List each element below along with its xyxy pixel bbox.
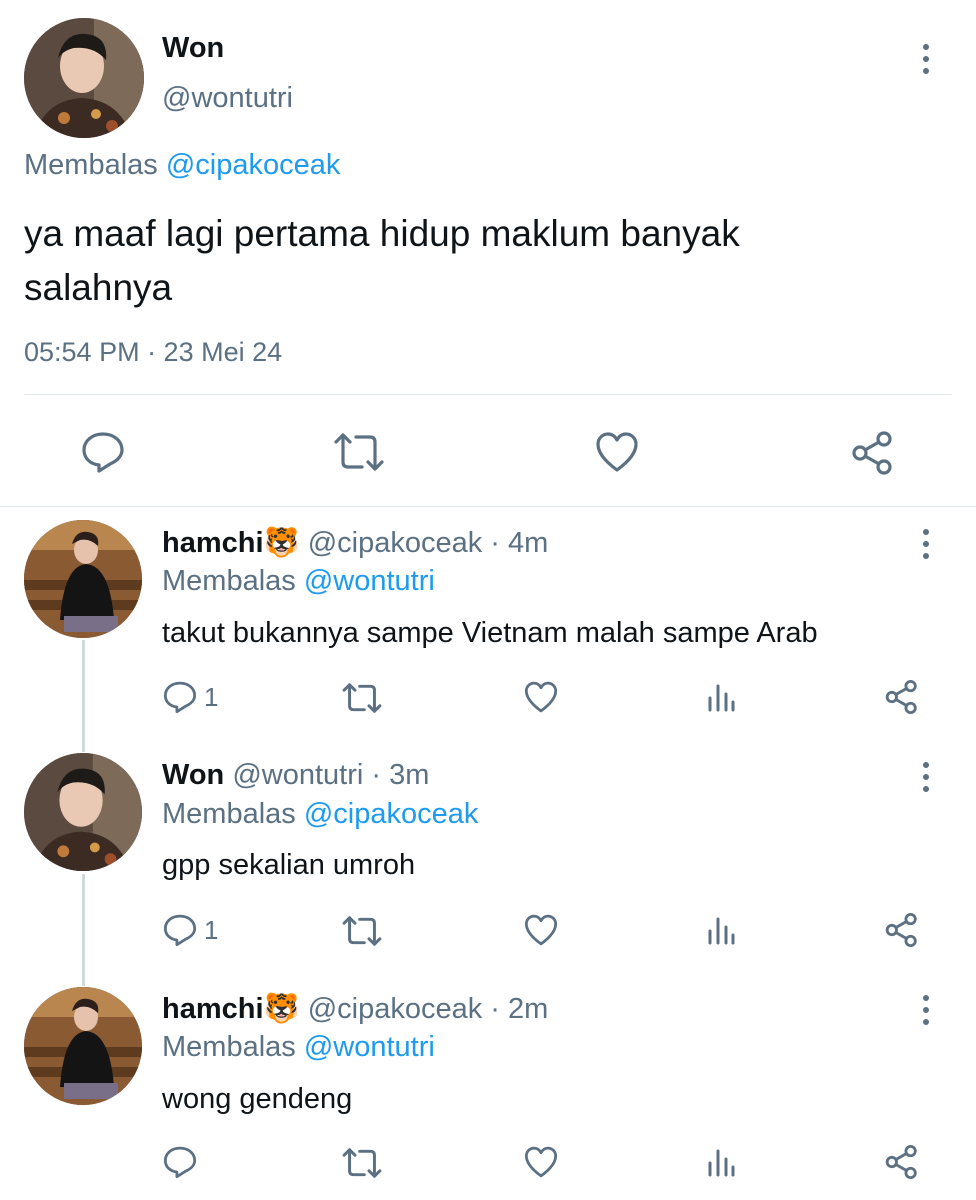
reply-icon[interactable] — [80, 430, 126, 474]
share-icon[interactable] — [884, 1144, 920, 1180]
avatar[interactable] — [24, 18, 144, 138]
like-icon[interactable] — [523, 680, 559, 714]
tweet-header: hamchi🐯 @cipakoceak · 2m — [162, 992, 548, 1026]
avatar[interactable] — [24, 520, 142, 638]
analytics-icon[interactable] — [706, 915, 736, 945]
reply-to-link[interactable]: @cipakoceak — [304, 798, 479, 830]
like-icon[interactable] — [594, 430, 640, 474]
timestamp[interactable]: 05:54 PM · 23 Mei 24 — [24, 337, 282, 368]
display-name[interactable]: hamchi — [162, 993, 264, 1025]
reply-count: 1 — [204, 682, 219, 712]
share-icon[interactable] — [850, 430, 896, 476]
handle[interactable]: @wontutri — [162, 82, 293, 115]
like-icon[interactable] — [523, 913, 559, 947]
retweet-icon[interactable] — [332, 432, 386, 472]
divider — [24, 394, 952, 395]
retweet-icon[interactable] — [341, 915, 383, 947]
avatar[interactable] — [24, 987, 142, 1105]
reply-icon[interactable] — [162, 680, 198, 714]
tiger-emoji: 🐯 — [263, 527, 300, 559]
reply-icon[interactable] — [162, 913, 198, 947]
reply-context: Membalas @cipakoceak — [162, 798, 478, 831]
display-name[interactable]: hamchi — [162, 527, 264, 559]
time: · 3m — [371, 759, 430, 791]
reply-prefix: Membalas — [162, 565, 296, 597]
reply-prefix: Membalas — [162, 798, 296, 830]
divider — [0, 506, 976, 507]
reply-context: Membalas @cipakoceak — [24, 149, 340, 182]
reply-context: Membalas @wontutri — [162, 1031, 435, 1064]
more-options-icon[interactable] — [923, 762, 929, 792]
time: · 4m — [490, 527, 549, 559]
tweet-text: ya maaf lagi pertama hidup maklum banyak… — [24, 207, 740, 315]
like-icon[interactable] — [523, 1145, 559, 1179]
avatar-photo — [24, 987, 142, 1105]
tweet-header: hamchi🐯 @cipakoceak · 4m — [162, 526, 548, 560]
reply-prefix: Membalas — [24, 149, 158, 181]
tweet-text: takut bukannya sampe Vietnam malah sampe… — [162, 617, 818, 649]
avatar-photo — [24, 18, 144, 138]
reply-prefix: Membalas — [162, 1031, 296, 1063]
share-icon[interactable] — [884, 679, 920, 715]
tweet-header: Won @wontutri · 3m — [162, 759, 429, 792]
handle[interactable]: @wontutri — [232, 759, 363, 791]
analytics-icon[interactable] — [706, 1147, 736, 1177]
retweet-icon[interactable] — [341, 1147, 383, 1179]
tiger-emoji: 🐯 — [263, 993, 300, 1025]
reply-icon[interactable] — [162, 1145, 198, 1179]
share-icon[interactable] — [884, 912, 920, 948]
time: · 2m — [490, 993, 549, 1025]
reply-to-link[interactable]: @cipakoceak — [166, 149, 341, 181]
reply-to-link[interactable]: @wontutri — [304, 1031, 435, 1063]
handle[interactable]: @cipakoceak — [308, 993, 483, 1025]
more-options-icon[interactable] — [923, 44, 929, 74]
reply-context: Membalas @wontutri — [162, 565, 435, 598]
display-name[interactable]: Won — [162, 32, 224, 65]
reply-count: 1 — [204, 915, 219, 945]
thread-line — [82, 874, 85, 986]
tweet-text: gpp sekalian umroh — [162, 849, 416, 881]
avatar-photo — [24, 520, 142, 638]
handle[interactable]: @cipakoceak — [308, 527, 483, 559]
tweet-text-line: ya maaf lagi pertama hidup maklum banyak — [24, 213, 740, 254]
tweet-text-line: salahnya — [24, 267, 173, 308]
more-options-icon[interactable] — [923, 995, 929, 1025]
thread-line — [82, 640, 85, 752]
display-name[interactable]: Won — [162, 759, 224, 791]
retweet-icon[interactable] — [341, 682, 383, 714]
more-options-icon[interactable] — [923, 529, 929, 559]
avatar[interactable] — [24, 753, 142, 871]
avatar-photo — [24, 753, 142, 871]
tweet-text: wong gendeng — [162, 1083, 353, 1115]
analytics-icon[interactable] — [706, 682, 736, 712]
reply-to-link[interactable]: @wontutri — [304, 565, 435, 597]
